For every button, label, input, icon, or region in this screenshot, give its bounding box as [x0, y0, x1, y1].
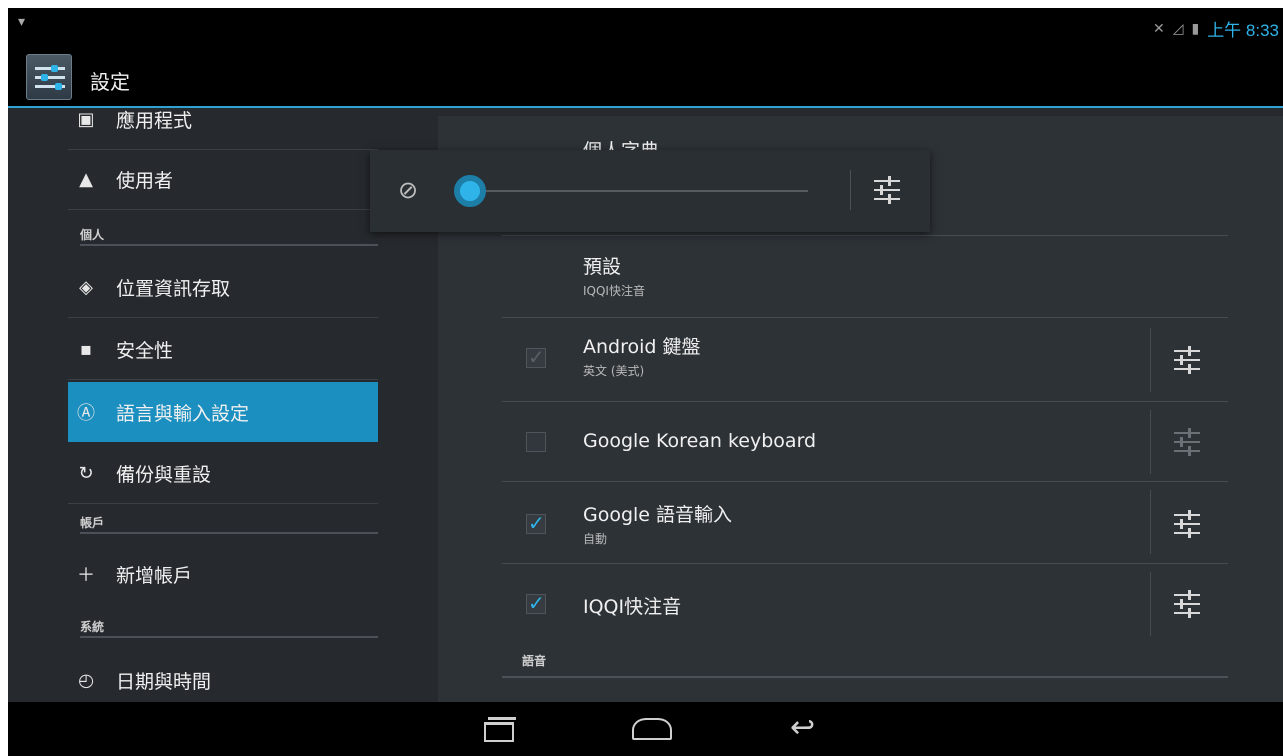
- home-icon[interactable]: [612, 702, 692, 756]
- nav-header-accounts: 帳戶: [80, 510, 378, 534]
- action-bar: 設定: [8, 48, 1283, 108]
- wifi-icon: ▾: [18, 14, 26, 30]
- user-icon: ▲: [79, 169, 93, 190]
- keyboard-checkbox[interactable]: [526, 432, 546, 452]
- popup-divider: [850, 170, 851, 210]
- nav-item-datetime[interactable]: ◴ 日期與時間: [68, 650, 378, 702]
- tune-icon[interactable]: [1166, 338, 1210, 382]
- clock: 上午 8:33: [1207, 21, 1279, 40]
- nav-header-system: 系統: [80, 614, 378, 638]
- volume-mute-icon[interactable]: ⊘: [398, 176, 418, 204]
- nav-item-language[interactable]: Ⓐ 語言與輸入設定: [68, 382, 378, 442]
- nav-item-add-account[interactable]: ＋ 新增帳戶: [68, 544, 378, 604]
- tune-icon: [1166, 420, 1210, 464]
- default-input-row[interactable]: 預設 IQQI快注音: [502, 236, 1228, 318]
- page-title: 設定: [90, 70, 130, 94]
- nav-item-backup[interactable]: ↻ 備份與重設: [68, 444, 378, 504]
- status-icons: ✕ ◿ ▮ 上午 8:33: [1153, 16, 1279, 41]
- nav-item-apps[interactable]: ▣ 應用程式: [68, 110, 378, 150]
- keyboard-row[interactable]: ✓ IQQI快注音: [502, 564, 1228, 644]
- back-icon[interactable]: ↩: [772, 702, 852, 756]
- recent-apps-icon[interactable]: [460, 702, 540, 756]
- nav-item-users[interactable]: ▲ 使用者: [68, 150, 378, 210]
- system-nav-bar: ↩: [8, 702, 1283, 756]
- mute-icon: ✕: [1152, 20, 1165, 37]
- signal-icon: ◿: [1172, 20, 1184, 37]
- nav-item-location[interactable]: ◈ 位置資訊存取: [68, 258, 378, 318]
- volume-popup: ⊘: [370, 150, 930, 232]
- volume-slider-track[interactable]: [478, 190, 808, 192]
- tune-icon[interactable]: [1166, 582, 1210, 626]
- keyboard-checkbox[interactable]: ✓: [526, 591, 546, 615]
- nav-item-security[interactable]: ▪ 安全性: [68, 320, 378, 380]
- keyboard-row[interactable]: Google Korean keyboard: [502, 402, 1228, 482]
- tune-icon[interactable]: [866, 168, 910, 212]
- nav-header-personal: 個人: [80, 222, 378, 246]
- keyboard-row[interactable]: ✓ Google 語音輸入 自動: [502, 482, 1228, 564]
- row-divider: [1150, 490, 1151, 554]
- restore-icon: ↻: [78, 463, 94, 484]
- settings-app-icon[interactable]: [26, 54, 72, 100]
- keyboard-checkbox[interactable]: ✓: [526, 511, 546, 535]
- clock-icon: ◴: [78, 669, 94, 691]
- keyboard-checkbox[interactable]: ✓: [526, 345, 546, 369]
- row-divider: [1150, 328, 1151, 392]
- row-divider: [1150, 572, 1151, 636]
- battery-icon: ▮: [1191, 20, 1200, 37]
- section-header-voice: 語音: [502, 648, 1228, 678]
- plus-icon: ＋: [77, 565, 95, 586]
- keyboard-letter-icon: Ⓐ: [77, 403, 95, 424]
- status-bar: ▾ ✕ ◿ ▮ 上午 8:33: [8, 8, 1283, 48]
- lock-icon: ▪: [79, 339, 93, 360]
- apps-icon: ▣: [77, 110, 95, 130]
- tune-icon[interactable]: [1166, 502, 1210, 546]
- screen: ▾ ✕ ◿ ▮ 上午 8:33 設定 ▣ 應用程式 ▲ 使用者 個人 ◈ 位置資…: [8, 8, 1283, 756]
- location-icon: ◈: [79, 277, 93, 298]
- row-divider: [1150, 410, 1151, 474]
- volume-slider-thumb[interactable]: [454, 175, 486, 207]
- keyboard-row[interactable]: ✓ Android 鍵盤 英文 (美式): [502, 318, 1228, 402]
